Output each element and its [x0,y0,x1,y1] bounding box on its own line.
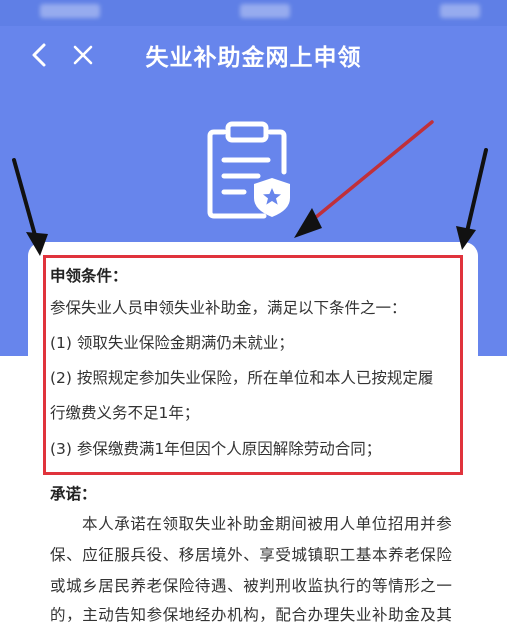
clipboard-shield-icon [207,121,290,219]
pledge-line-3: 或城乡居民养老保险待遇、被判刑收监执行的等情形之一 [50,577,453,595]
pledge-heading: 承诺： [50,485,97,503]
status-bar-blur [440,4,480,18]
pledge-line-1: 本人承诺在领取失业补助金期间被用人单位招用并参 [82,515,453,533]
nav-bar: 失业补助金网上申领 [0,26,507,84]
page-title: 失业补助金网上申领 [145,45,362,71]
pledge-line-4: 的，主动告知参保地经办机构，配合办理失业补助金及其 [50,606,453,624]
status-bar-blur [40,4,100,18]
highlight-box [43,255,463,475]
status-bar-blur [240,4,290,18]
status-bar [0,0,507,26]
pledge-line-2: 保、应征服兵役、移居境外、享受城镇职工基本养老保险 [50,546,453,564]
